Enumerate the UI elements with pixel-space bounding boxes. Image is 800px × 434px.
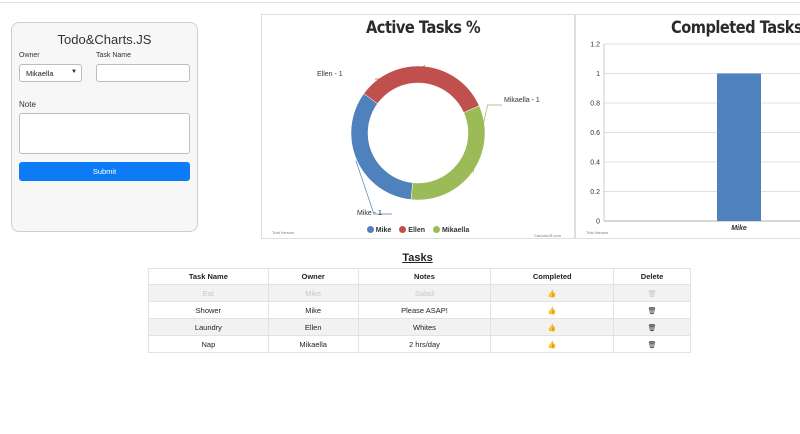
active-tasks-chart: Active Tasks % Ellen - 1 Mikaella - 1 Mi… <box>261 14 575 239</box>
task-name-input[interactable] <box>96 64 190 82</box>
y-tick-label: 1 <box>596 71 600 78</box>
y-tick-label: 0.4 <box>590 160 600 167</box>
donut-legend: Mike Ellen Mikaella <box>262 226 574 234</box>
legend-swatch-green <box>432 226 440 233</box>
donut-watermark-right: CanvasJS.com <box>534 233 561 238</box>
notes-cell: Please ASAP! <box>357 301 492 319</box>
caret-down-icon: ▼ <box>71 69 77 75</box>
donut-watermark-left: Trial Version <box>272 230 295 235</box>
notes-cell: 2 hrs/day <box>357 335 492 353</box>
delete-cell: 🗑 <box>613 335 691 353</box>
bar-chart-svg: 0 0.2 0.4 0.6 0.8 1 1.2 Mike <box>590 42 800 232</box>
owner-cell: Mikaella <box>267 335 359 353</box>
col-completed: Completed <box>490 268 615 285</box>
thumbs-up-icon[interactable]: 👍 <box>548 325 557 332</box>
completed-cell: 👍 <box>490 284 615 302</box>
completed-cell: 👍 <box>490 301 615 319</box>
donut-label-mike: Mike - 1 <box>357 210 382 217</box>
notes-cell: Whites <box>357 318 492 336</box>
bar-mike[interactable] <box>717 73 761 222</box>
y-tick-label: 0.2 <box>590 189 600 196</box>
legend-item-ellen[interactable]: Ellen <box>399 226 425 234</box>
task-cell: Eat <box>148 284 269 302</box>
legend-item-mike[interactable]: Mike <box>366 226 392 234</box>
thumbs-up-icon[interactable]: 👍 <box>548 308 557 315</box>
notes-cell: Salad <box>357 284 492 302</box>
delete-cell: 🗑 <box>613 284 691 302</box>
thumbs-up-icon[interactable]: 👍 <box>548 342 557 349</box>
donut-slice-mike[interactable] <box>350 93 414 200</box>
tasks-table: Task Name Owner Notes Completed Delete E… <box>148 268 691 353</box>
completed-tasks-chart: Completed Tasks 0 0.2 0.4 0.6 0.8 1 1.2 Mike Tr… <box>575 14 800 239</box>
legend-item-mikaella[interactable]: Mikaella <box>432 226 470 234</box>
legend-label-mike: Mike <box>375 227 392 234</box>
top-divider <box>0 2 800 3</box>
col-owner: Owner <box>267 268 359 285</box>
tasks-heading: Tasks <box>402 252 433 264</box>
delete-cell: 🗑 <box>613 318 691 336</box>
table-row: Nap Mikaella 2 hrs/day 👍 🗑 <box>148 335 691 353</box>
col-task-name: Task Name <box>148 268 269 285</box>
y-tick-label: 1.2 <box>590 42 600 49</box>
legend-swatch-red <box>399 226 407 233</box>
table-row: Laundry Ellen Whites 👍 🗑 <box>148 318 691 336</box>
completed-cell: 👍 <box>490 335 615 353</box>
trash-icon[interactable]: 🗑 <box>648 308 657 315</box>
note-label: Note <box>19 100 36 109</box>
submit-button[interactable]: Submit <box>19 162 190 181</box>
col-notes: Notes <box>357 268 492 285</box>
table-row: Eat Mike Salad 👍 🗑 <box>148 284 691 302</box>
owner-label: Owner <box>19 52 40 59</box>
trash-icon[interactable]: 🗑 <box>648 291 657 298</box>
task-cell: Nap <box>148 335 269 353</box>
todo-form-card: Todo&Charts.JS Owner Task Name Mikaella … <box>11 22 198 232</box>
table-header-row: Task Name Owner Notes Completed Delete <box>148 268 691 285</box>
trash-icon[interactable]: 🗑 <box>648 342 657 349</box>
legend-label-ellen: Ellen <box>408 227 426 234</box>
y-tick-label: 0 <box>596 219 600 226</box>
y-tick-label: 0.6 <box>590 130 600 137</box>
donut-label-mikaella: Mikaella - 1 <box>504 97 540 104</box>
app-title: Todo&Charts.JS <box>57 32 152 47</box>
y-tick-label: 0.8 <box>590 101 600 108</box>
table-row: Shower Mike Please ASAP! 👍 🗑 <box>148 301 691 319</box>
owner-select[interactable]: Mikaella ▼ <box>19 64 82 82</box>
task-name-label: Task Name <box>96 52 132 59</box>
task-cell: Laundry <box>148 318 269 336</box>
trash-icon[interactable]: 🗑 <box>648 325 657 332</box>
owner-cell: Mike <box>267 301 359 319</box>
task-cell: Shower <box>148 301 269 319</box>
donut-chart-svg <box>350 65 502 215</box>
bar-watermark-left: Trial Version <box>586 230 609 235</box>
donut-slice-mikaella[interactable] <box>410 105 486 201</box>
note-textarea[interactable] <box>19 113 190 154</box>
owner-select-value: Mikaella <box>26 69 54 78</box>
delete-cell: 🗑 <box>613 301 691 319</box>
donut-label-ellen: Ellen - 1 <box>317 71 343 78</box>
owner-cell: Ellen <box>267 318 359 336</box>
col-delete: Delete <box>613 268 691 285</box>
legend-label-mikaella: Mikaella <box>441 227 470 234</box>
owner-cell: Mike <box>267 284 359 302</box>
donut-slice-ellen[interactable] <box>363 65 480 113</box>
completed-cell: 👍 <box>490 318 615 336</box>
thumbs-up-icon[interactable]: 👍 <box>548 291 557 298</box>
x-tick-label: Mike <box>731 225 747 232</box>
legend-swatch-blue <box>366 226 374 233</box>
